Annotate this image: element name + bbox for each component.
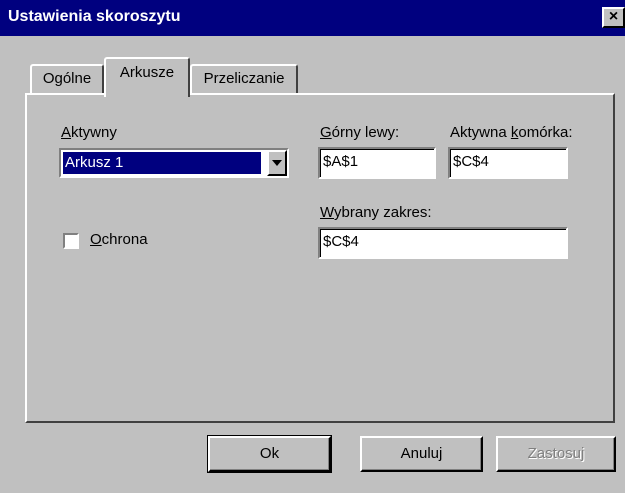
cancel-button[interactable]: Anuluj bbox=[360, 436, 483, 472]
tab-recalculation[interactable]: Przeliczanie bbox=[190, 64, 298, 94]
active-sheet-dropdown[interactable]: Arkusz 1 bbox=[59, 148, 289, 178]
tab-sheets[interactable]: Arkusze bbox=[104, 57, 190, 97]
title-bar: Ustawienia skoroszytu × bbox=[0, 0, 625, 36]
apply-button[interactable]: Zastosuj bbox=[496, 436, 616, 472]
protection-checkbox[interactable] bbox=[63, 233, 79, 249]
chevron-down-icon[interactable] bbox=[267, 150, 287, 176]
selected-range-field[interactable]: $C$4 bbox=[318, 227, 568, 259]
active-sheet-value: Arkusz 1 bbox=[63, 152, 261, 174]
top-left-label: Górny lewy: bbox=[320, 124, 400, 141]
top-left-field[interactable]: $A$1 bbox=[318, 147, 436, 179]
tab-general[interactable]: Ogólne bbox=[30, 64, 104, 94]
close-icon: × bbox=[608, 8, 619, 25]
protection-label[interactable]: Ochrona bbox=[90, 231, 148, 248]
selected-range-label: Wybrany zakres: bbox=[320, 204, 432, 221]
close-button[interactable]: × bbox=[602, 7, 625, 28]
active-sheet-label: Aktywny bbox=[61, 124, 117, 141]
active-cell-label: Aktywna komórka: bbox=[450, 124, 573, 141]
window-title: Ustawienia skoroszytu bbox=[8, 8, 181, 25]
ok-button[interactable]: Ok bbox=[207, 435, 332, 473]
active-cell-field[interactable]: $C$4 bbox=[448, 147, 568, 179]
